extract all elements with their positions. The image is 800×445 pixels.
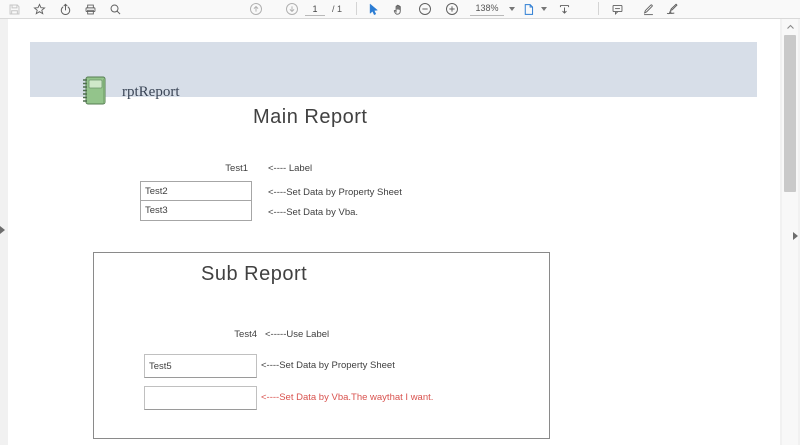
page-total-label: / 1 [332, 4, 342, 14]
report-header-band: rptReport [30, 42, 757, 97]
find-button[interactable] [105, 1, 125, 17]
report-header-title: rptReport [122, 84, 180, 101]
scroll-up-button[interactable] [782, 19, 798, 33]
pdf-toolbar: / 1 138% [0, 0, 800, 19]
chevron-up-icon [786, 17, 795, 35]
star-icon [33, 3, 46, 16]
hand-tool-icon [392, 3, 405, 16]
sub-note-2: <----Set Data by Property Sheet [261, 360, 395, 371]
page-view-caret-icon[interactable] [541, 7, 547, 11]
right-pane-toggle-icon[interactable] [793, 232, 798, 240]
previous-page-button[interactable] [246, 1, 266, 17]
zoom-level-field[interactable]: 138% [470, 2, 504, 16]
main-field-test1: Test1 [140, 163, 252, 174]
next-page-icon [285, 2, 299, 16]
sub-note-3: <----Set Data by Vba.The waythat I want. [261, 392, 433, 403]
select-tool-button[interactable] [362, 1, 382, 17]
zoom-out-button[interactable] [415, 1, 435, 17]
toolbar-separator [356, 2, 357, 15]
main-note-1: <---- Label [268, 163, 312, 174]
left-pane-toggle-icon[interactable] [0, 226, 5, 234]
sub-report-frame: Sub Report Test4 <-----Use Label Test5 <… [93, 252, 550, 439]
sub-field-test4: Test4 [149, 329, 261, 340]
toolbar-separator [598, 2, 599, 15]
sign-button[interactable] [662, 1, 682, 17]
pencil-icon [642, 3, 655, 16]
find-icon [109, 3, 122, 16]
pencil-button[interactable] [638, 1, 658, 17]
share-button[interactable] [55, 1, 75, 17]
main-field-test2: Test2 [140, 181, 252, 201]
pdf-page: rptReport Main Report Test1 <---- Label … [8, 19, 780, 445]
sub-field-test5: Test5 [144, 354, 257, 378]
sub-note-1: <-----Use Label [265, 329, 329, 340]
main-note-3: <----Set Data by Vba. [268, 207, 358, 218]
comment-icon [611, 3, 624, 16]
zoom-in-icon [445, 2, 459, 16]
main-report-title: Main Report [253, 106, 367, 129]
print-button[interactable] [80, 1, 100, 17]
page-view-icon [522, 3, 535, 16]
main-field-test3: Test3 [140, 200, 252, 221]
star-button[interactable] [29, 1, 49, 17]
previous-page-icon [249, 2, 263, 16]
share-icon [59, 3, 72, 16]
zoom-in-button[interactable] [442, 1, 462, 17]
fit-width-icon [558, 3, 571, 16]
hand-tool-button[interactable] [388, 1, 408, 17]
scrollbar-thumb[interactable] [784, 35, 796, 192]
page-number-input[interactable] [305, 3, 325, 16]
zoom-level-caret-icon[interactable] [509, 7, 515, 11]
main-note-2: <----Set Data by Property Sheet [268, 187, 402, 198]
next-page-button[interactable] [282, 1, 302, 17]
report-notebook-icon [80, 75, 107, 111]
comment-button[interactable] [607, 1, 627, 17]
page-number-field[interactable] [303, 1, 327, 17]
page-view-button[interactable] [518, 1, 538, 17]
save-button[interactable] [4, 1, 24, 17]
zoom-out-icon [418, 2, 432, 16]
print-icon [84, 3, 97, 16]
fit-width-button[interactable] [554, 1, 574, 17]
sign-icon [665, 2, 679, 16]
sub-report-title: Sub Report [201, 263, 307, 286]
sub-field-empty [144, 386, 257, 410]
save-icon [8, 3, 21, 16]
select-tool-icon [366, 3, 379, 16]
